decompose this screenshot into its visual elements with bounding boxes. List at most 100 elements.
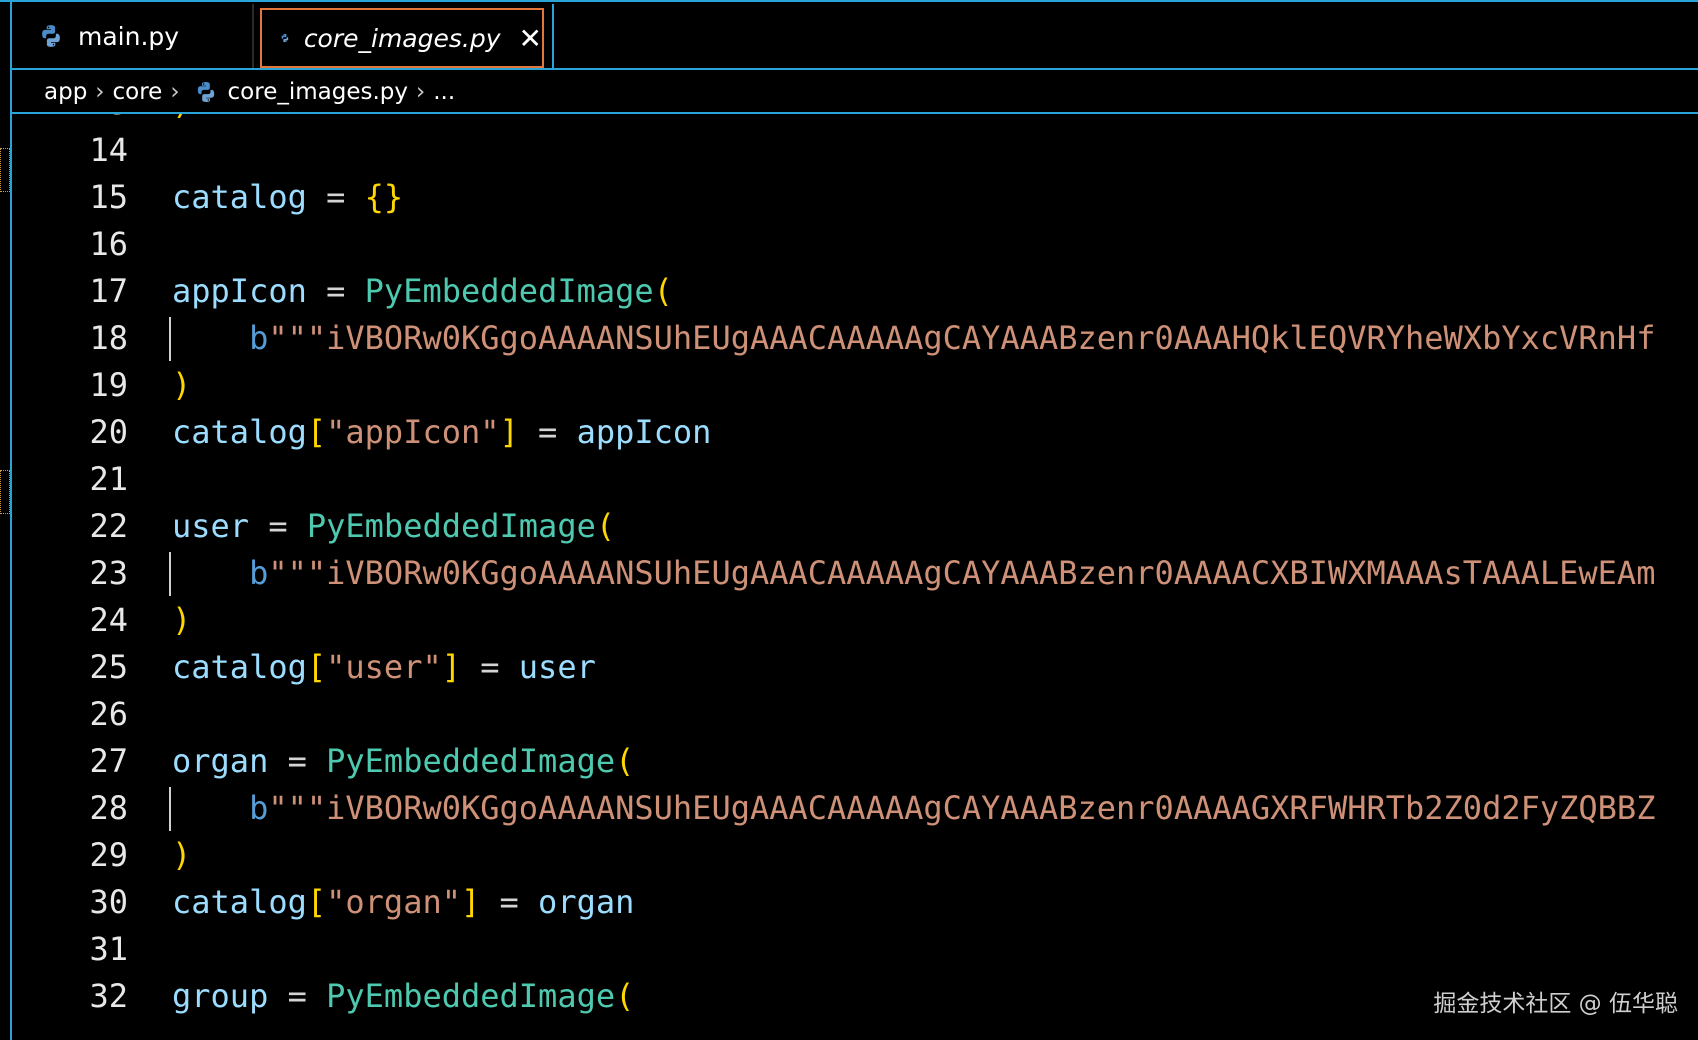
code-token: catalog	[172, 413, 307, 451]
watermark: 掘金技术社区 @ 伍华聪	[1433, 991, 1678, 1017]
code-token: catalog	[172, 648, 307, 686]
python-icon	[281, 33, 289, 43]
code-token: ]	[460, 883, 481, 921]
code-line[interactable]: 17 appIcon = PyEmbeddedImage(	[12, 268, 1698, 315]
line-number: 30	[89, 883, 128, 921]
code-token: ]	[499, 413, 519, 451]
line-number: 25	[89, 648, 128, 686]
code-token: group	[172, 977, 269, 1015]
breadcrumb-item-app[interactable]: app	[44, 79, 87, 105]
code-line[interactable]: 31	[12, 926, 1698, 973]
code-token: "organ"	[326, 883, 461, 921]
breadcrumb-item-symbols[interactable]: ...	[433, 79, 455, 105]
tab-label: core_images.py	[303, 23, 501, 53]
code-line[interactable]: 30 catalog["organ"] = organ	[12, 879, 1698, 926]
code-token: (	[615, 977, 635, 1015]
code-token: organ	[172, 742, 269, 780]
code-token: b	[172, 554, 269, 592]
code-line[interactable]: 19)	[12, 362, 1698, 409]
breadcrumb: app › core › core_images.py › ...	[12, 72, 1698, 112]
code-line[interactable]: 13)	[12, 114, 1698, 127]
code-token: catalog	[172, 883, 307, 921]
code-line[interactable]: 15 catalog = {}	[12, 174, 1698, 221]
code-token: """iVBORw0KGgoAAAANSUhEUgAAACAAAAAgCAYAA…	[268, 554, 1656, 592]
line-number: 22	[89, 507, 128, 545]
code-line[interactable]: 28 b"""iVBORw0KGgoAAAANSUhEUgAAACAAAAAgC…	[12, 785, 1698, 832]
code-token: =	[268, 742, 327, 780]
code-line[interactable]: 26	[12, 691, 1698, 738]
code-line[interactable]: 29)	[12, 832, 1698, 879]
code-line[interactable]: 22 user = PyEmbeddedImage(	[12, 503, 1698, 550]
code-line[interactable]: 23 b"""iVBORw0KGgoAAAANSUhEUgAAACAAAAAgC…	[12, 550, 1698, 597]
line-number: 21	[89, 460, 128, 498]
breadcrumb-item-core[interactable]: core	[113, 79, 163, 105]
code-lines: 13) 14 15 catalog = {} 16 17 appIcon = PyEmbed…	[12, 114, 1698, 1020]
code-text: )	[172, 832, 191, 879]
code-token: PyEmbeddedImage	[326, 742, 616, 780]
code-token: =	[518, 413, 577, 451]
code-line[interactable]: 14	[12, 127, 1698, 174]
code-token: """iVBORw0KGgoAAAANSUhEUgAAACAAAAAgCAYAA…	[268, 789, 1656, 827]
code-token: =	[249, 507, 307, 545]
code-token: (	[615, 742, 635, 780]
gutter-change-marker	[0, 148, 10, 192]
code-text: b"""iVBORw0KGgoAAAANSUhEUgAAACAAAAAgCAYA…	[172, 785, 1655, 832]
tab-bar-divider	[12, 68, 1698, 70]
code-token: """iVBORw0KGgoAAAANSUhEUgAAACAAAAAgCAYAA…	[268, 319, 1656, 357]
code-line[interactable]: 16	[12, 221, 1698, 268]
chevron-right-icon: ›	[170, 79, 180, 105]
code-token: )	[172, 836, 192, 874]
close-icon[interactable]: ✕	[519, 22, 542, 55]
code-token: PyEmbeddedImage	[326, 977, 616, 1015]
code-token: catalog	[172, 178, 307, 216]
code-line[interactable]: 25 catalog["user"] = user	[12, 644, 1698, 691]
code-token: "user"	[326, 648, 442, 686]
python-icon	[42, 25, 60, 47]
tab-label: main.py	[78, 21, 180, 51]
indent-guide	[169, 787, 171, 831]
line-number: 28	[89, 789, 128, 827]
tab-core-images-py[interactable]: core_images.py ✕	[260, 8, 544, 68]
code-text: b"""iVBORw0KGgoAAAANSUhEUgAAACAAAAAgCAYA…	[172, 315, 1655, 362]
code-token: [	[306, 413, 327, 451]
line-number: 31	[89, 930, 128, 968]
code-token: "appIcon"	[326, 413, 500, 451]
python-icon	[197, 82, 214, 102]
code-token: (	[653, 272, 673, 310]
code-line[interactable]: 18 b"""iVBORw0KGgoAAAANSUhEUgAAACAAAAAgC…	[12, 315, 1698, 362]
code-text: user = PyEmbeddedImage(	[172, 503, 615, 550]
code-text: catalog["user"] = user	[172, 644, 596, 691]
line-number: 32	[89, 977, 128, 1015]
line-number: 29	[89, 836, 128, 874]
code-token: )	[172, 366, 192, 404]
code-token: b	[172, 789, 269, 827]
chevron-right-icon: ›	[95, 79, 105, 105]
tab-main-py[interactable]: main.py	[12, 4, 254, 68]
line-number: 24	[89, 601, 128, 639]
code-line[interactable]: 21	[12, 456, 1698, 503]
code-editor[interactable]: 13) 14 15 catalog = {} 16 17 appIcon = PyEmbed…	[12, 114, 1698, 1040]
code-token: =	[480, 883, 539, 921]
line-number: 16	[89, 225, 128, 263]
line-number: 14	[89, 131, 128, 169]
code-text: organ = PyEmbeddedImage(	[172, 738, 634, 785]
code-token: organ	[538, 883, 635, 921]
code-line[interactable]: 20 catalog["appIcon"] = appIcon	[12, 409, 1698, 456]
chevron-right-icon: ›	[416, 79, 426, 105]
code-token: =	[460, 648, 519, 686]
line-number: 23	[89, 554, 128, 592]
indent-guide	[169, 317, 171, 361]
code-token: [	[306, 883, 327, 921]
code-line[interactable]: 27 organ = PyEmbeddedImage(	[12, 738, 1698, 785]
code-text: b"""iVBORw0KGgoAAAANSUhEUgAAACAAAAAgCAYA…	[172, 550, 1655, 597]
code-text: )	[172, 597, 191, 644]
code-line[interactable]: 24)	[12, 597, 1698, 644]
code-token: =	[306, 272, 365, 310]
breadcrumb-item-file[interactable]: core_images.py	[228, 79, 408, 105]
line-number: 18	[89, 319, 128, 357]
code-token: user	[172, 507, 250, 545]
line-number: 15	[89, 178, 128, 216]
code-text: catalog = {}	[172, 174, 403, 221]
code-token: (	[595, 507, 616, 545]
code-text: group = PyEmbeddedImage(	[172, 973, 634, 1020]
